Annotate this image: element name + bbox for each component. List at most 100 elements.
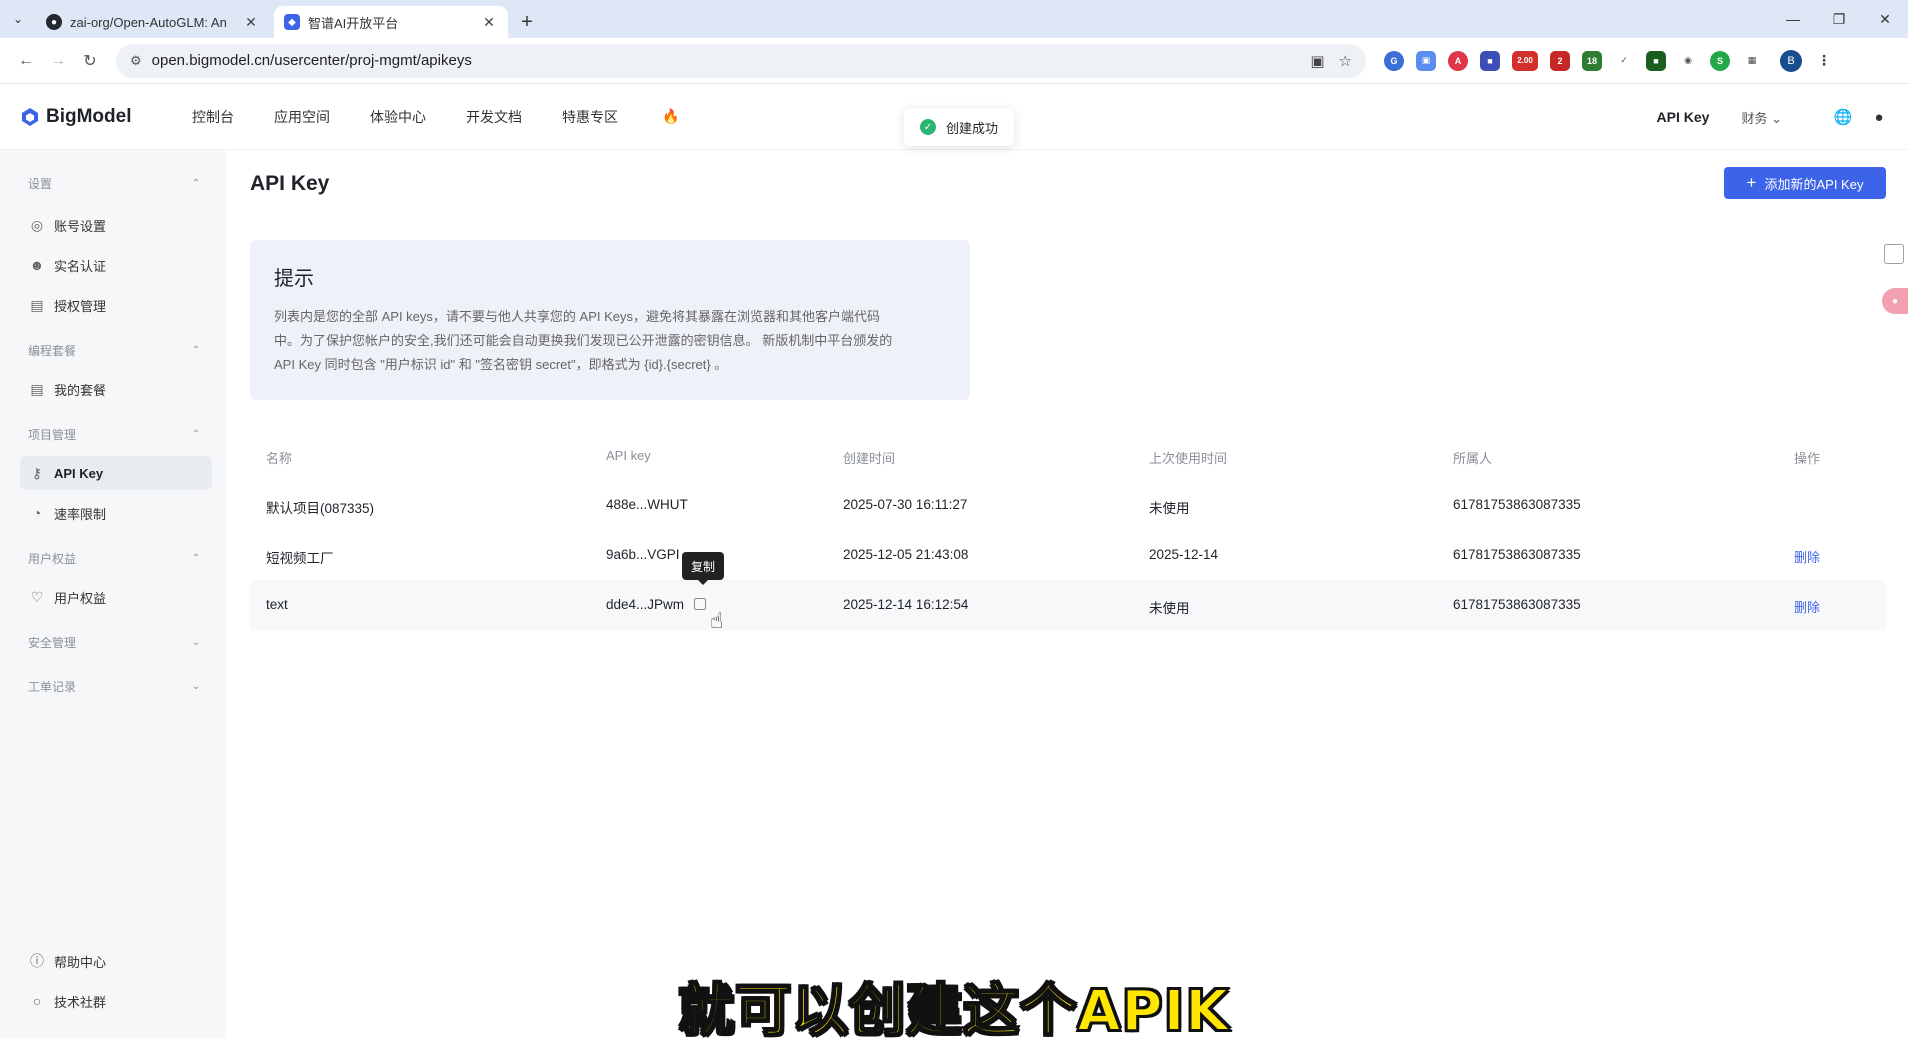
nav-special-offers-label: 特惠专区 [562,108,618,125]
chevron-up-icon: ⌃ [191,345,200,356]
globe-icon[interactable]: 🌐 [1830,108,1856,126]
minimize-icon[interactable]: — [1770,0,1816,38]
window-controls: — ❐ ✕ [1770,0,1908,38]
sidebar-item-account-settings[interactable]: ◎ 账号设置 [20,208,212,242]
sidebar-item-authorization[interactable]: ▤ 授权管理 [20,288,212,322]
tip-line-2: 中。为了保护您帐户的安全,我们还可能会自动更换我们发现已公开泄露的密钥信息。 新… [274,333,893,348]
cell-last-used: 未使用 [1149,601,1190,616]
finance-dropdown[interactable]: 财务 ⌄ [1741,108,1782,127]
extensions-puzzle-icon[interactable]: ▦ [1742,50,1762,71]
tip-line-1: 列表内是您的全部 API keys，请不要与他人共享您的 API Keys，避免… [274,309,880,324]
extension-icon[interactable]: S [1710,50,1730,71]
nav-app-space[interactable]: 应用空间 [274,107,330,127]
chevron-up-icon: ⌃ [191,429,200,440]
user-icon[interactable]: ● [1866,109,1892,126]
adblock-extension-icon[interactable]: A [1448,50,1468,71]
copy-icon[interactable] [694,598,707,610]
nav-experience-center[interactable]: 体验中心 [370,107,426,127]
account-settings-icon: ◎ [30,216,44,233]
toast-message: 创建成功 [946,120,999,136]
nav-console[interactable]: 控制台 [192,107,234,127]
col-api-key: API key [606,448,651,463]
extension-icon[interactable]: ■ [1480,50,1500,71]
section-security[interactable]: 安全管理 ⌄ [28,634,200,651]
floating-widget-icon[interactable] [1884,244,1904,264]
close-window-icon[interactable]: ✕ [1862,0,1908,38]
more-menu-icon[interactable]: ⋮ [1814,50,1834,71]
bookmark-star-icon[interactable]: ☆ [1339,52,1352,70]
section-settings[interactable]: 设置 ⌃ [28,175,200,192]
delete-link[interactable]: 删除 [1794,547,1820,566]
sidebar-item-my-package[interactable]: ▤ 我的套餐 [20,372,212,406]
url-text: open.bigmodel.cn/usercenter/proj-mgmt/ap… [151,52,472,69]
page-title: API Key [250,172,330,195]
chevron-down-icon: ⌄ [1771,110,1782,126]
section-coding-plan[interactable]: 编程套餐 ⌃ [28,342,200,359]
tip-heading: 提示 [274,268,314,290]
cell-name: 默认项目(087335) [266,501,375,516]
video-subtitle: 就可以创建这个APIK [677,978,1230,1038]
extension-badge[interactable]: 18 [1582,50,1602,71]
sidebar-item-label: 账号设置 [54,218,107,234]
add-api-key-label: 添加新的API Key [1764,176,1864,192]
benefit-icon: ♡ [30,588,44,605]
top-nav: 控制台 应用空间 体验中心 开发文档 特惠专区 🔥 [192,107,759,127]
install-app-icon[interactable]: ▣ [1310,52,1324,70]
extension-icon[interactable]: ✓ [1614,50,1634,71]
section-label: 安全管理 [28,636,77,650]
floating-assistant-icon[interactable]: ● [1882,288,1908,314]
rate-limit-icon: ◔ [32,505,42,521]
finance-label: 财务 [1741,110,1768,126]
delete-link[interactable]: 删除 [1794,597,1820,616]
table-header: 名称 API key 创建时间 上次使用时间 所属人 操作 [250,430,1886,480]
sidebar: 设置 ⌃ ◎ 账号设置 ☻ 实名认证 ▤ 授权管理 编程套餐 ⌃ ▤ 我的套餐 项目管理 ⌃ … [0,150,226,1038]
col-owner: 所属人 [1453,451,1493,466]
cell-last-used: 2025-12-14 [1149,547,1219,562]
extension-icon[interactable]: ▣ [1416,50,1436,71]
close-icon[interactable]: ✕ [480,14,498,31]
api-key-table: 名称 API key 创建时间 上次使用时间 所属人 操作 默认项目(08733… [250,430,1886,630]
section-tickets[interactable]: 工单记录 ⌄ [28,678,200,695]
cell-owner: 61781753863087335 [1453,497,1581,512]
extension-icon[interactable]: ■ [1646,50,1666,71]
section-label: 编程套餐 [28,344,77,358]
reload-icon[interactable]: ↻ [74,45,106,77]
sidebar-item-api-key[interactable]: ⚷ API Key [20,456,212,490]
browser-tab-github[interactable]: ● zai-org/Open-AutoGLM: An ✕ [36,6,270,38]
sidebar-item-user-benefits[interactable]: ♡ 用户权益 [20,580,212,614]
header-api-key-link[interactable]: API Key [1657,109,1710,125]
back-icon[interactable]: ← [10,45,42,77]
sidebar-item-label: 用户权益 [54,590,107,606]
extension-icon[interactable]: G [1384,50,1404,71]
section-label: 项目管理 [28,428,77,442]
profile-avatar[interactable]: B [1780,49,1802,72]
table-row: 默认项目(087335) 488e...WHUT 2025-07-30 16:1… [250,480,1886,530]
browser-tab-bar: ⌄ ● zai-org/Open-AutoGLM: An ✕ ◆ 智谱AI开放平… [0,0,1908,38]
package-icon: ▤ [30,380,44,397]
cell-owner: 61781753863087335 [1453,547,1581,562]
cell-name: 短视频工厂 [266,551,334,566]
new-tab-button[interactable]: + [512,6,542,38]
tab-search-chevron-icon[interactable]: ⌄ [0,0,36,38]
section-user-benefits[interactable]: 用户权益 ⌃ [28,550,200,567]
extension-badge[interactable]: 2 [1550,50,1570,71]
github-icon: ● [46,14,62,30]
forward-icon[interactable]: → [42,45,74,77]
copy-tooltip: 复制 [682,552,725,585]
close-icon[interactable]: ✕ [242,14,260,31]
nav-dev-docs[interactable]: 开发文档 [466,107,522,127]
section-project-management[interactable]: 项目管理 ⌃ [28,426,200,443]
nav-special-offers[interactable]: 特惠专区 🔥 [562,107,719,127]
bigmodel-logo[interactable]: BigModel [20,106,192,128]
extension-icon[interactable]: ◉ [1678,50,1698,71]
site-info-icon[interactable]: ⚙ [130,53,142,69]
section-label: 工单记录 [28,680,77,694]
browser-tab-zhipu[interactable]: ◆ 智谱AI开放平台 ✕ [274,6,508,38]
add-api-key-button[interactable]: + 添加新的API Key [1724,167,1886,199]
extension-badge[interactable]: 2.00 [1512,50,1538,71]
restore-icon[interactable]: ❐ [1816,0,1862,38]
sidebar-item-rate-limit[interactable]: ◔ 速率限制 [20,496,212,530]
url-input[interactable]: ⚙ open.bigmodel.cn/usercenter/proj-mgmt/… [116,43,1366,78]
check-circle-icon: ✓ [920,119,936,135]
sidebar-item-real-name[interactable]: ☻ 实名认证 [20,248,212,282]
